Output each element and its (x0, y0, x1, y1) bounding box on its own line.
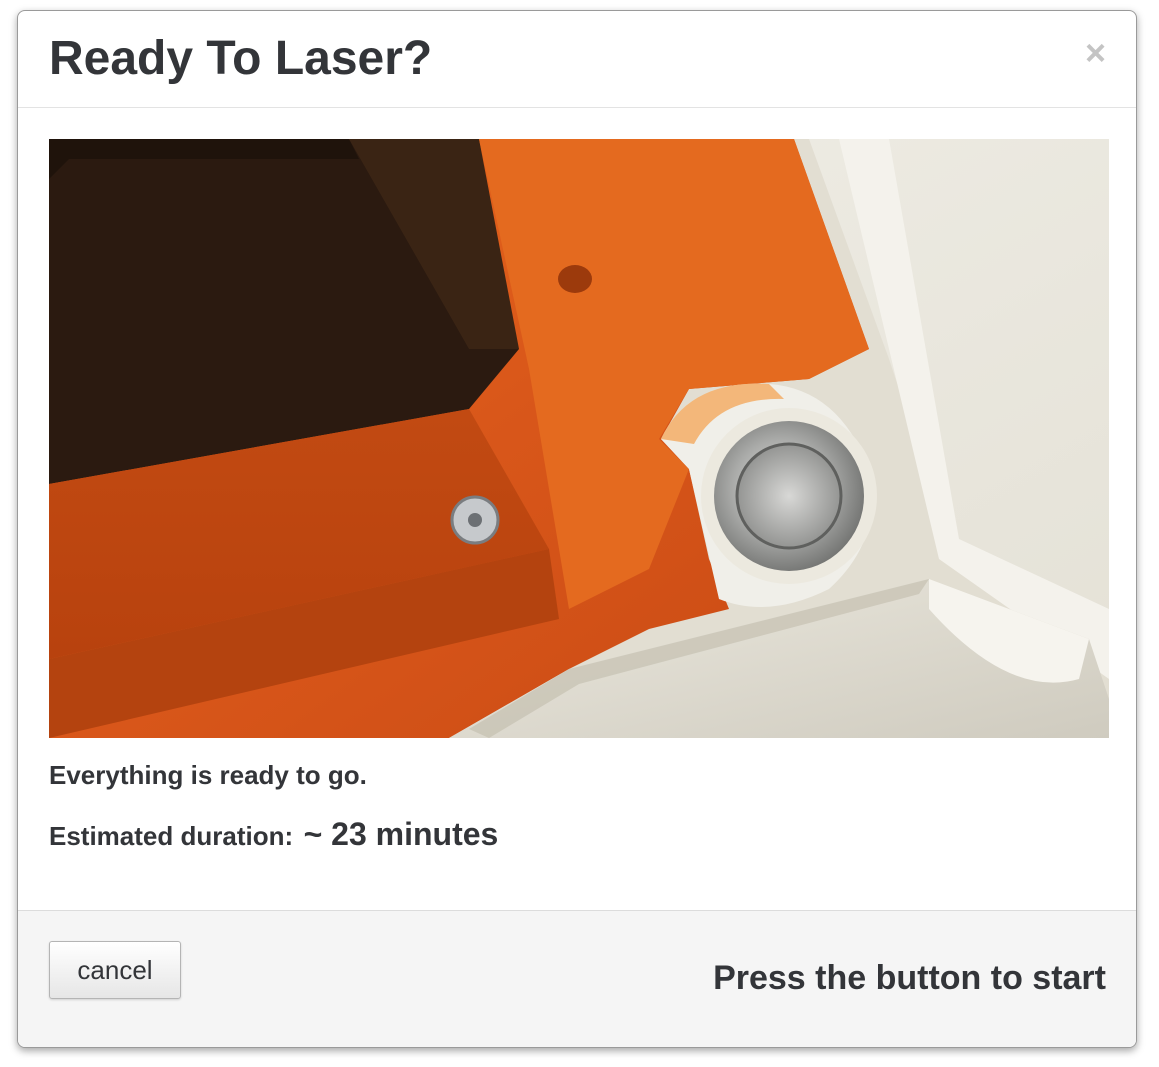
dialog-header: Ready To Laser? × (18, 11, 1136, 108)
dialog-footer: cancel Press the button to start (18, 910, 1136, 1047)
start-hint: Press the button to start (713, 959, 1106, 997)
close-icon[interactable]: × (1085, 35, 1106, 71)
laser-cutter-photo (49, 139, 1109, 738)
duration-value: ~ 23 minutes (303, 816, 499, 852)
dialog-body: Everything is ready to go. Estimated dur… (18, 108, 1136, 910)
duration-label: Estimated duration: (49, 821, 294, 851)
estimated-duration: Estimated duration: ~ 23 minutes (49, 816, 498, 853)
dialog-title: Ready To Laser? (49, 32, 433, 85)
status-text: Everything is ready to go. (49, 760, 367, 790)
cancel-button[interactable]: cancel (49, 941, 181, 999)
ready-to-laser-dialog: Ready To Laser? × Everything is ready to… (17, 10, 1137, 1048)
